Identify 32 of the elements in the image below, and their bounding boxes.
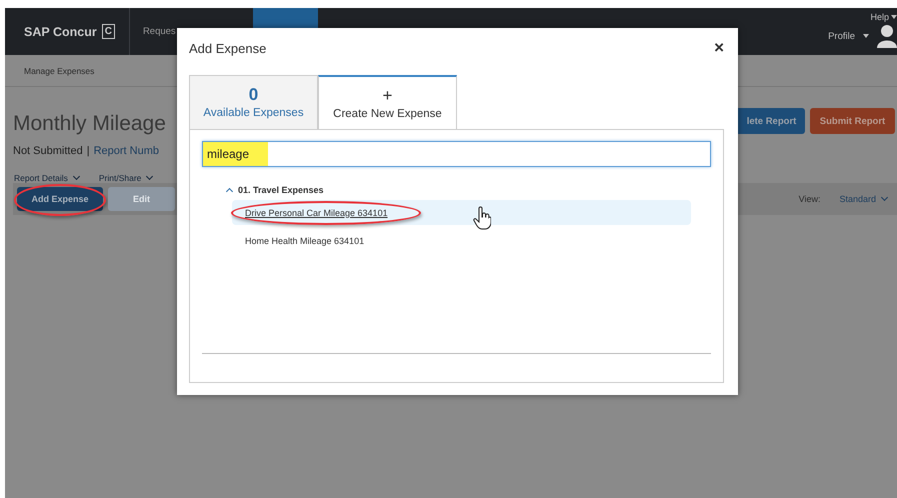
caret-icon <box>891 15 897 19</box>
user-icon <box>877 24 897 48</box>
dropdown-menu[interactable]: Print/Share <box>98 172 154 183</box>
expense-type-link[interactable]: Drive Personal Car Mileage 634101 <box>245 208 388 218</box>
delete-button[interactable]: lete Report <box>738 108 805 134</box>
add-expense-button[interactable]: Add Expense <box>17 187 103 211</box>
count: 0 <box>248 86 258 104</box>
plus-icon: + <box>382 86 392 104</box>
logo-mark: C <box>102 24 115 39</box>
help-link[interactable]: Help <box>870 12 889 22</box>
view-label: View: <box>798 194 820 204</box>
group-header[interactable]: 01. Travel Expenses <box>227 183 711 197</box>
report-number-link[interactable]: Report Numb <box>94 145 159 157</box>
tab[interactable]: + Create New Expense <box>318 75 457 129</box>
hand-cursor-icon <box>473 206 491 230</box>
close-button[interactable]: × <box>714 38 724 58</box>
expense-type-link[interactable]: Home Health Mileage 634101 <box>245 236 364 246</box>
report-status: Not Submitted <box>13 145 83 157</box>
submit-button[interactable]: Submit Report <box>810 108 895 134</box>
dropdown-menu[interactable]: Report Details <box>14 172 81 183</box>
caret-icon <box>863 34 869 38</box>
report-title: Monthly Mileage <box>13 111 166 137</box>
profile-menu[interactable]: Profile <box>828 30 855 42</box>
search-field[interactable]: mileage <box>202 141 711 167</box>
tab-label: Create New Expense <box>333 108 442 120</box>
separator: | <box>86 145 90 157</box>
view-dropdown[interactable]: Standard <box>839 194 889 204</box>
tab[interactable]: 0 Available Expenses <box>189 75 318 129</box>
logo-text: SAP Concur <box>24 24 97 38</box>
dialog-title: Add Expense <box>189 40 266 56</box>
tab-label: Available Expenses <box>203 107 304 119</box>
subnav-tab[interactable]: Manage Expenses <box>24 66 94 76</box>
